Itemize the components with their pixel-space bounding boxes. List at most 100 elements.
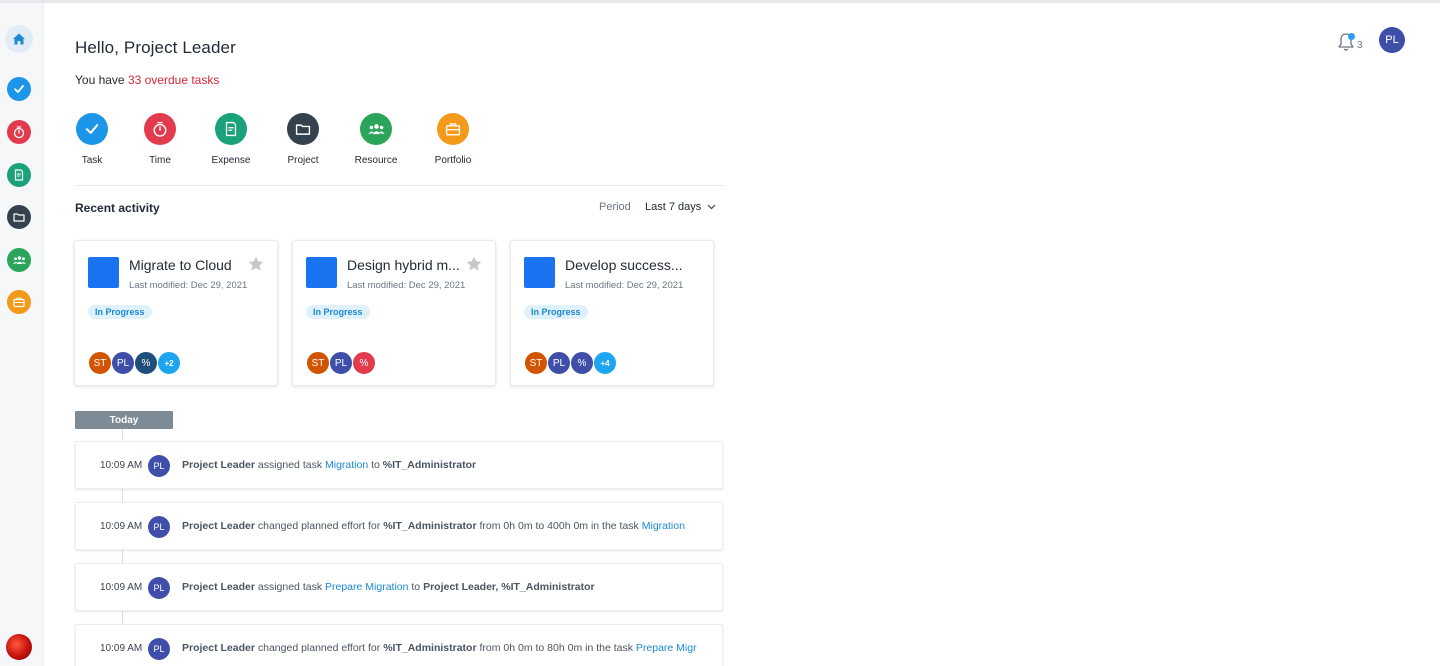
quick-action-label: Resource	[354, 155, 398, 166]
receipt-icon	[225, 121, 237, 137]
card-members: ST PL %	[306, 351, 376, 375]
quick-action-label: Portfolio	[434, 155, 472, 166]
quick-portfolio-circle	[437, 113, 469, 145]
people-icon	[367, 124, 385, 135]
last-modified: Last modified: Dec 29, 2021	[565, 280, 684, 291]
star-icon[interactable]	[465, 255, 483, 273]
activity-actor: %IT_Administrator	[382, 459, 477, 471]
briefcase-icon	[13, 297, 25, 308]
card-members: ST PL % +4	[524, 351, 617, 375]
avatar[interactable]: ST	[524, 351, 548, 375]
notification-dot	[1348, 33, 1355, 40]
user-avatar[interactable]: PL	[1379, 27, 1405, 53]
activity-fragment: changed planned effort for	[254, 520, 384, 532]
avatar[interactable]: %	[352, 351, 376, 375]
today-label: Today	[75, 411, 173, 429]
timer-icon	[153, 121, 167, 137]
quick-action-project[interactable]: Project	[268, 113, 338, 166]
activity-actor: Project Leader	[182, 581, 255, 593]
activity-text: Project Leader changed planned effort fo…	[182, 520, 712, 532]
quick-task-circle	[76, 113, 108, 145]
avatar[interactable]: PL	[148, 638, 170, 660]
sidebar-item-home[interactable]	[5, 25, 33, 53]
activity-task-link[interactable]: Migration	[325, 459, 368, 471]
activity-item: 10:09 AM PL Project Leader assigned task…	[75, 441, 723, 489]
chevron-down-icon	[707, 204, 716, 210]
sidebar-item-task[interactable]	[7, 77, 31, 101]
quick-project-circle	[287, 113, 319, 145]
quick-action-label: Task	[81, 155, 103, 166]
activity-task-link[interactable]: Prepare Migr	[636, 642, 697, 654]
check-icon	[14, 85, 24, 93]
activity-fragment: from 0h 0m to 400h 0m in the task	[476, 520, 642, 532]
avatar[interactable]: PL	[547, 351, 571, 375]
avatar[interactable]: ST	[88, 351, 112, 375]
activity-fragment: assigned task	[254, 581, 325, 593]
section-divider	[75, 185, 725, 186]
activity-task-link[interactable]: Prepare Migration	[325, 581, 408, 593]
sidebar-item-project[interactable]	[7, 205, 31, 229]
sidebar	[0, 3, 44, 666]
project-card[interactable]: Develop success... Last modified: Dec 29…	[510, 240, 714, 386]
project-card-title: Design hybrid m...	[347, 257, 460, 273]
sidebar-item-time[interactable]	[7, 120, 31, 144]
recent-activity-title: Recent activity	[75, 201, 160, 215]
activity-time: 10:09 AM	[100, 582, 143, 593]
card-members: ST PL % +2	[88, 351, 181, 375]
project-card[interactable]: Migrate to Cloud Last modified: Dec 29, …	[74, 240, 278, 386]
more-members-badge[interactable]: +2	[157, 351, 181, 375]
project-card[interactable]: Design hybrid m... Last modified: Dec 29…	[292, 240, 496, 386]
activity-fragment: assigned task	[254, 459, 325, 471]
period-label: Period	[599, 201, 631, 213]
avatar[interactable]: PL	[148, 455, 170, 477]
quick-action-resource[interactable]: Resource	[341, 113, 411, 166]
home-icon	[13, 33, 25, 45]
activity-task-link[interactable]: Migration	[642, 520, 685, 532]
briefcase-icon	[445, 123, 461, 136]
notifications-count: 3	[1357, 40, 1363, 51]
avatar[interactable]: %	[134, 351, 158, 375]
app-logo[interactable]	[6, 634, 32, 660]
sidebar-item-portfolio[interactable]	[7, 290, 31, 314]
period-dropdown[interactable]: Last 7 days	[645, 201, 716, 213]
project-color-square	[524, 257, 555, 288]
quick-action-task[interactable]: Task	[57, 113, 127, 166]
more-members-badge[interactable]: +4	[593, 351, 617, 375]
avatar[interactable]: PL	[148, 516, 170, 538]
last-modified: Last modified: Dec 29, 2021	[347, 280, 466, 291]
activity-time: 10:09 AM	[100, 460, 143, 471]
sidebar-item-expense[interactable]	[7, 163, 31, 187]
sidebar-item-resource[interactable]	[7, 248, 31, 272]
avatar[interactable]: PL	[148, 577, 170, 599]
avatar[interactable]: ST	[306, 351, 330, 375]
timer-icon	[13, 126, 25, 139]
activity-text: Project Leader changed planned effort fo…	[182, 642, 712, 654]
activity-fragment: changed planned effort for	[254, 642, 384, 654]
star-icon[interactable]	[247, 255, 265, 273]
quick-action-portfolio[interactable]: Portfolio	[418, 113, 488, 166]
activity-actor: Project Leader	[182, 642, 255, 654]
activity-time: 10:09 AM	[100, 521, 143, 532]
people-icon	[12, 256, 26, 264]
avatar[interactable]: PL	[329, 351, 353, 375]
folder-icon	[295, 124, 311, 135]
status-badge: In Progress	[88, 305, 152, 319]
activity-text: Project Leader assigned task Prepare Mig…	[182, 581, 712, 593]
activity-text: Project Leader assigned task Migration t…	[182, 459, 712, 471]
activity-fragment: from 0h 0m to 80h 0m in the task	[476, 642, 636, 654]
project-card-title: Migrate to Cloud	[129, 257, 232, 273]
activity-item: 10:09 AM PL Project Leader changed plann…	[75, 502, 723, 550]
quick-action-label: Project	[287, 155, 319, 166]
status-badge: In Progress	[524, 305, 588, 319]
overdue-tasks-link[interactable]: 33 overdue tasks	[128, 73, 219, 87]
avatar[interactable]: PL	[111, 351, 135, 375]
activity-actor: Project Leader, %IT_Administrator	[423, 581, 595, 593]
last-modified: Last modified: Dec 29, 2021	[129, 280, 248, 291]
quick-action-expense[interactable]: Expense	[196, 113, 266, 166]
quick-expense-circle	[215, 113, 247, 145]
quick-time-circle	[144, 113, 176, 145]
avatar[interactable]: %	[570, 351, 594, 375]
quick-action-label: Expense	[211, 155, 251, 166]
project-card-title: Develop success...	[565, 257, 683, 273]
quick-action-time[interactable]: Time	[125, 113, 195, 166]
